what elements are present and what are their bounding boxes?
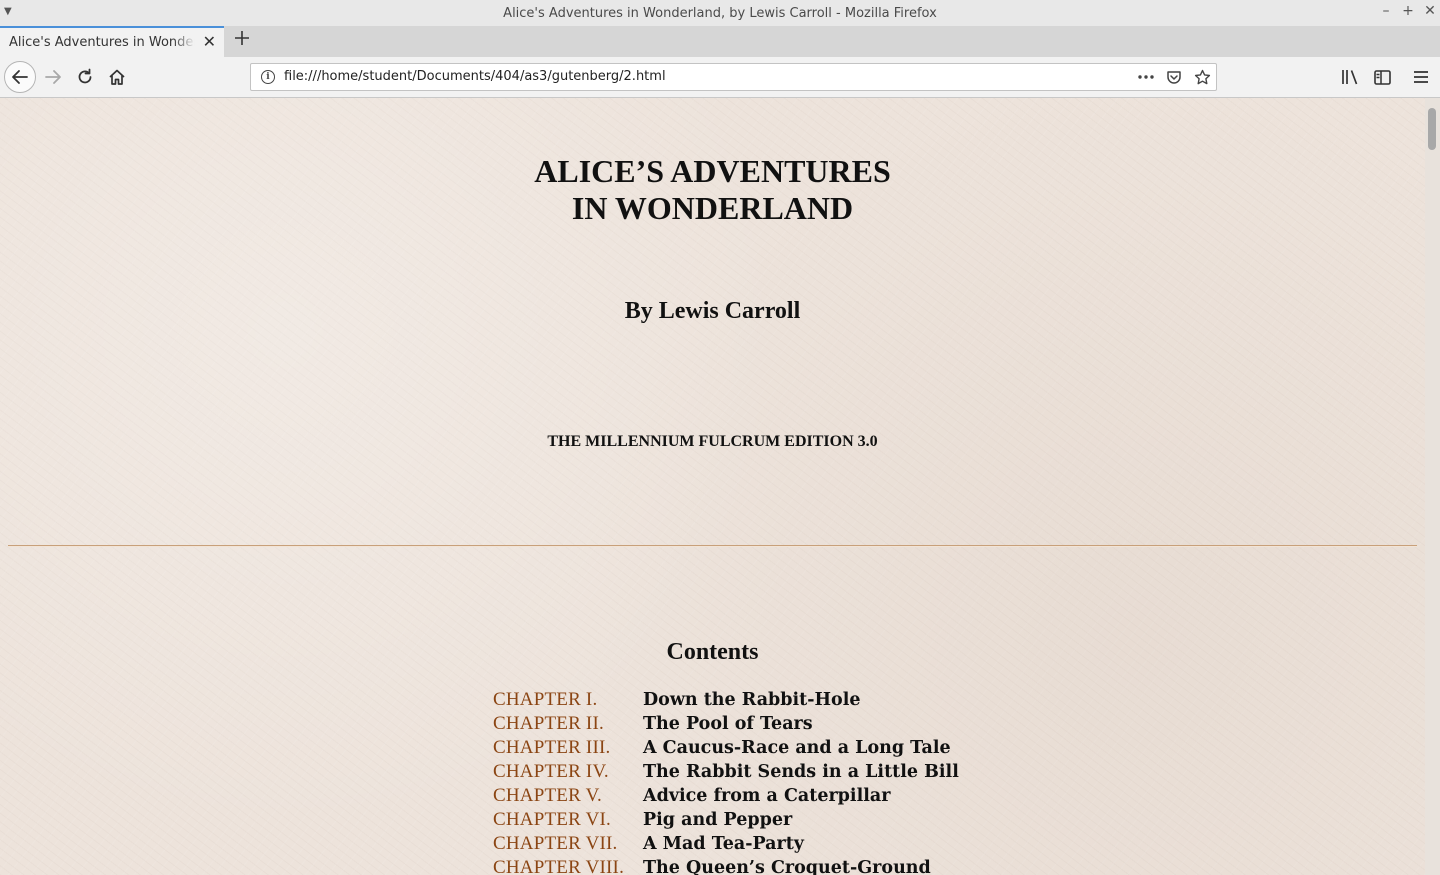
toc-row: CHAPTER II. The Pool of Tears bbox=[493, 712, 993, 736]
contents-heading: Contents bbox=[666, 639, 759, 665]
book-title: ALICE’S ADVENTURES IN WONDERLAND bbox=[0, 153, 1425, 227]
chapter-link[interactable]: CHAPTER VII. bbox=[493, 833, 643, 855]
chapter-title: Down the Rabbit-Hole bbox=[643, 690, 861, 710]
back-button[interactable] bbox=[4, 61, 36, 93]
table-of-contents: CHAPTER I. Down the Rabbit-Hole CHAPTER … bbox=[493, 688, 993, 875]
hamburger-menu-icon bbox=[1414, 71, 1428, 83]
close-window-icon[interactable]: ✕ bbox=[1422, 3, 1438, 19]
forward-arrow-icon bbox=[45, 70, 61, 84]
sidebar-icon bbox=[1373, 69, 1391, 85]
url-bar[interactable]: i file:///home/student/Documents/404/as3… bbox=[250, 63, 1217, 91]
page-actions-icon[interactable] bbox=[1135, 67, 1157, 87]
chapter-title: A Caucus-Race and a Long Tale bbox=[643, 738, 951, 758]
toc-row: CHAPTER VI. Pig and Pepper bbox=[493, 808, 993, 832]
page-content: ALICE’S ADVENTURES IN WONDERLAND By Lewi… bbox=[0, 98, 1425, 875]
tab-title: Alice's Adventures in Wonderland, by Lew… bbox=[9, 35, 195, 50]
forward-button[interactable] bbox=[38, 62, 68, 92]
chapter-title: The Queen’s Croquet-Ground bbox=[643, 858, 931, 875]
site-info-icon[interactable]: i bbox=[261, 70, 275, 84]
toc-row: CHAPTER I. Down the Rabbit-Hole bbox=[493, 688, 993, 712]
tab-close-icon[interactable]: ✕ bbox=[203, 32, 216, 51]
library-icon bbox=[1342, 70, 1358, 85]
library-button[interactable] bbox=[1335, 62, 1365, 92]
tab-alice[interactable]: Alice's Adventures in Wonderland, by Lew… bbox=[0, 26, 224, 57]
home-button[interactable] bbox=[102, 62, 132, 92]
chapter-link[interactable]: CHAPTER III. bbox=[493, 737, 643, 759]
chapter-link[interactable]: CHAPTER II. bbox=[493, 713, 643, 735]
window-menu-icon[interactable]: ▼ bbox=[4, 6, 12, 17]
chapter-link[interactable]: CHAPTER IV. bbox=[493, 761, 643, 783]
chapter-title: The Rabbit Sends in a Little Bill bbox=[643, 762, 959, 782]
vertical-scrollbar[interactable] bbox=[1425, 98, 1440, 875]
chapter-title: The Pool of Tears bbox=[643, 714, 813, 734]
chapter-link[interactable]: CHAPTER I. bbox=[493, 689, 643, 711]
menu-button[interactable] bbox=[1406, 62, 1436, 92]
minimize-icon[interactable]: – bbox=[1378, 3, 1394, 19]
scrollbar-thumb[interactable] bbox=[1428, 108, 1436, 150]
plus-icon bbox=[235, 31, 249, 45]
bookmark-star-icon[interactable] bbox=[1191, 67, 1213, 87]
tab-strip: Alice's Adventures in Wonderland, by Lew… bbox=[0, 26, 1440, 58]
toc-row: CHAPTER V. Advice from a Caterpillar bbox=[493, 784, 993, 808]
toc-row: CHAPTER III. A Caucus-Race and a Long Ta… bbox=[493, 736, 993, 760]
chapter-link[interactable]: CHAPTER VIII. bbox=[493, 857, 643, 875]
book-title-line2: IN WONDERLAND bbox=[571, 190, 854, 226]
toc-row: CHAPTER IV. The Rabbit Sends in a Little… bbox=[493, 760, 993, 784]
maximize-icon[interactable]: + bbox=[1400, 3, 1416, 19]
author-heading: By Lewis Carroll bbox=[624, 298, 801, 324]
chapter-title: A Mad Tea-Party bbox=[643, 834, 804, 854]
sidebar-button[interactable] bbox=[1367, 62, 1397, 92]
new-tab-button[interactable] bbox=[230, 27, 254, 55]
home-icon bbox=[109, 69, 125, 85]
reload-button[interactable] bbox=[70, 62, 100, 92]
toc-row: CHAPTER VII. A Mad Tea-Party bbox=[493, 832, 993, 856]
reload-icon bbox=[78, 68, 92, 84]
back-arrow-icon bbox=[12, 70, 28, 84]
chapter-link[interactable]: CHAPTER VI. bbox=[493, 809, 643, 831]
chapter-title: Pig and Pepper bbox=[643, 810, 793, 830]
navigation-toolbar: i file:///home/student/Documents/404/as3… bbox=[0, 57, 1440, 98]
horizontal-rule bbox=[8, 545, 1417, 547]
chapter-link[interactable]: CHAPTER V. bbox=[493, 785, 643, 807]
url-text[interactable]: file:///home/student/Documents/404/as3/g… bbox=[284, 69, 666, 84]
edition-heading: THE MILLENNIUM FULCRUM EDITION 3.0 bbox=[547, 433, 878, 450]
toc-row: CHAPTER VIII. The Queen’s Croquet-Ground bbox=[493, 856, 993, 875]
window-title: Alice's Adventures in Wonderland, by Lew… bbox=[503, 5, 937, 21]
window-titlebar: ▼ Alice's Adventures in Wonderland, by L… bbox=[0, 0, 1440, 26]
book-title-line1: ALICE’S ADVENTURES bbox=[534, 153, 891, 189]
chapter-title: Advice from a Caterpillar bbox=[643, 786, 891, 806]
pocket-icon[interactable] bbox=[1163, 67, 1185, 87]
